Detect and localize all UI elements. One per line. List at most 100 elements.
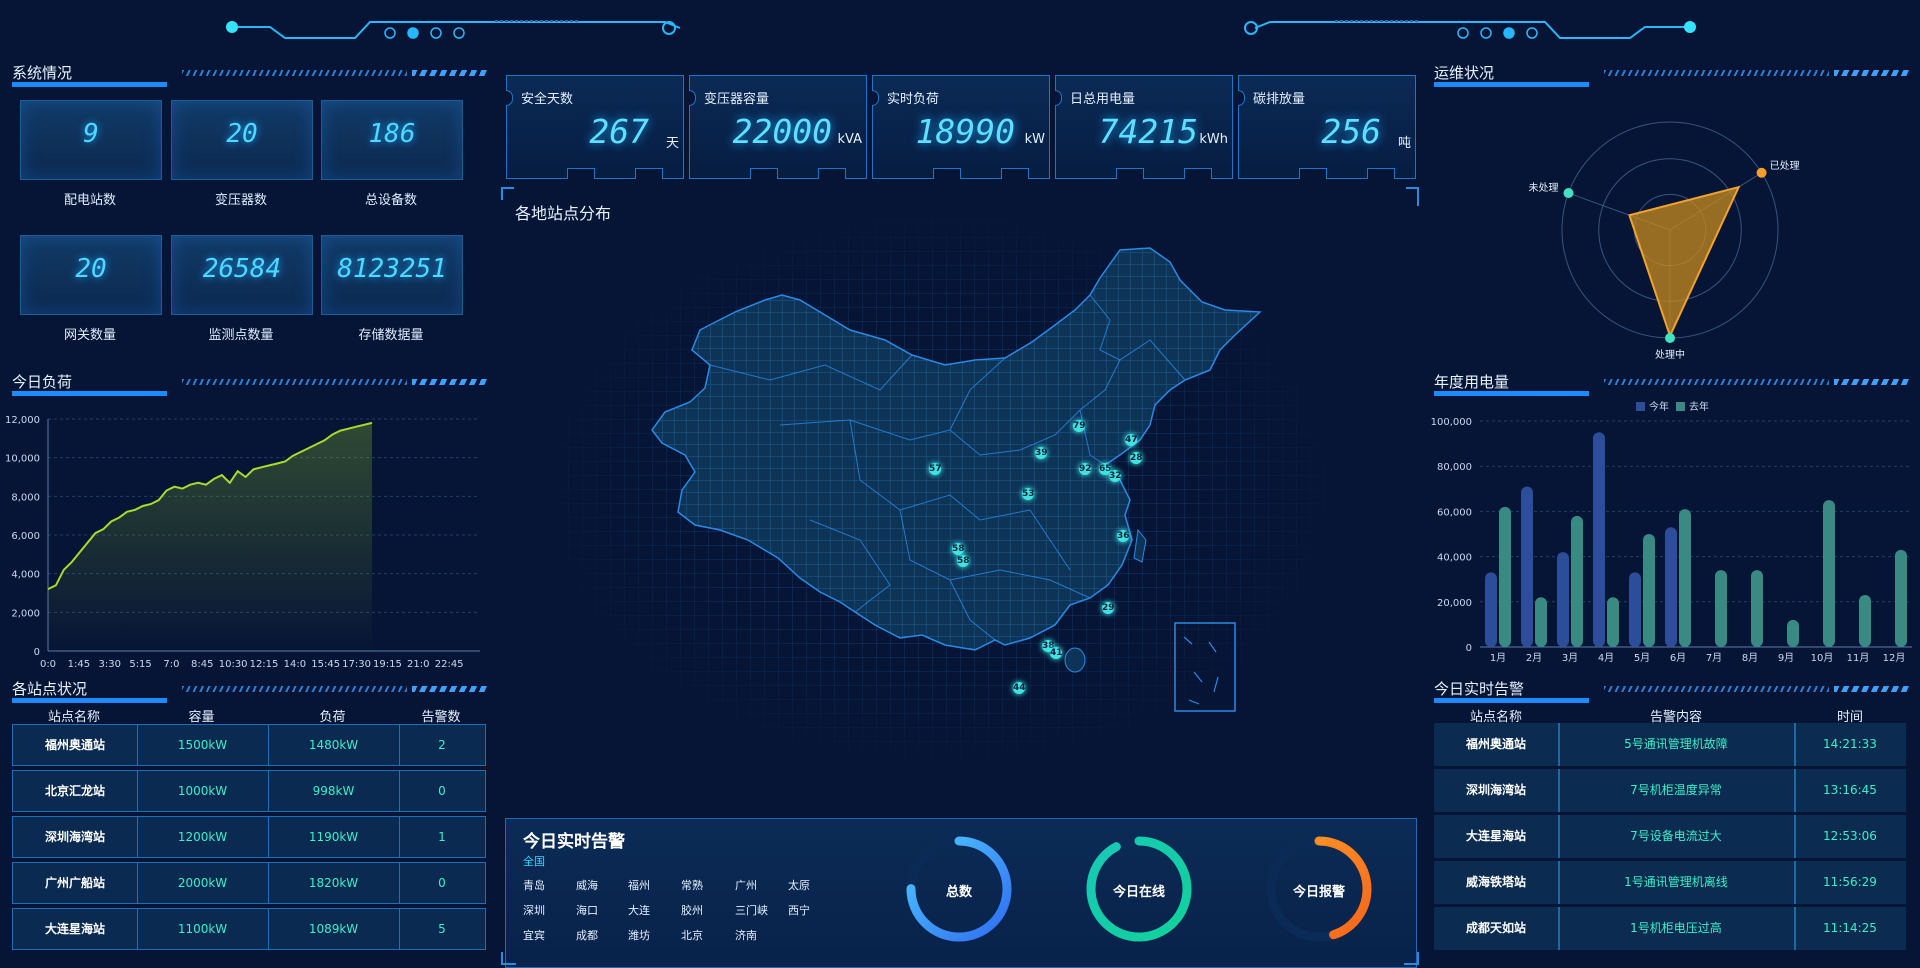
table-cell: 11:14:25 xyxy=(1823,921,1877,935)
x-tick: 11月 xyxy=(1847,652,1870,664)
map-pin[interactable]: 44 xyxy=(1013,682,1026,694)
kpi-card: 变压器容量 22000 kVA xyxy=(689,75,867,179)
table-cell: 1200kW xyxy=(137,817,269,857)
kpi-tab xyxy=(1184,168,1212,179)
radar-point[interactable] xyxy=(1756,167,1767,178)
map-pin[interactable]: 29 xyxy=(1102,602,1115,614)
city-item[interactable]: 济南 xyxy=(735,927,757,943)
kpi-card: 碳排放量 256 吨 xyxy=(1238,75,1416,179)
radar-point[interactable] xyxy=(1665,333,1675,343)
city-item[interactable]: 潍坊 xyxy=(628,927,650,943)
city-item[interactable]: 深圳 xyxy=(523,902,545,918)
table-row[interactable]: 福州奥通站 5号通讯管理机故障 14:21:33 xyxy=(1434,723,1906,766)
bar[interactable] xyxy=(1607,597,1619,647)
kpi-tab xyxy=(933,168,961,179)
x-tick: 19:15 xyxy=(373,659,402,670)
table-row[interactable]: 北京汇龙站 1000kW 998kW 0 xyxy=(12,770,486,812)
map-pin[interactable]: 47 xyxy=(1125,434,1138,446)
city-item[interactable]: 常熟 xyxy=(681,877,703,893)
table-cell: 7号机柜温度异常 xyxy=(1558,769,1796,812)
map-pin[interactable]: 39 xyxy=(1035,447,1048,459)
alarm-panel-corners xyxy=(501,952,1419,965)
map-pin[interactable]: 28 xyxy=(1130,452,1143,464)
bar[interactable] xyxy=(1823,500,1835,647)
bar[interactable] xyxy=(1715,570,1727,647)
kpi-label: 碳排放量 xyxy=(1253,92,1306,107)
bar[interactable] xyxy=(1521,486,1533,647)
map-pin[interactable]: 36 xyxy=(1117,530,1130,542)
city-item[interactable]: 广州 xyxy=(735,877,757,893)
city-item[interactable]: 胶州 xyxy=(681,902,703,918)
table-row[interactable]: 成都天如站 1号机柜电压过高 11:14:25 xyxy=(1434,907,1906,950)
x-tick: 0:0 xyxy=(40,659,56,670)
table-row[interactable]: 大连星海站 1100kW 1089kW 5 xyxy=(12,908,486,950)
y-tick: 0 xyxy=(1466,643,1472,654)
table-row[interactable]: 深圳海湾站 1200kW 1190kW 1 xyxy=(12,816,486,858)
stat-value: 186 xyxy=(368,119,416,149)
table-cell: 北京汇龙站 xyxy=(13,771,138,811)
bar[interactable] xyxy=(1593,432,1605,647)
annual-bar-chart: 今年 去年 0 20,000 40,000 60,000 80,000 100,000 1月 2月… xyxy=(1431,400,1912,664)
bar[interactable] xyxy=(1679,509,1691,647)
city-item[interactable]: 大连 xyxy=(628,902,650,918)
table-row[interactable]: 威海铁塔站 1号通讯管理机离线 11:56:29 xyxy=(1434,861,1906,904)
kpi-value: 18990 xyxy=(915,112,1015,151)
bar[interactable] xyxy=(1629,572,1641,647)
city-item[interactable]: 成都 xyxy=(576,927,598,943)
bar[interactable] xyxy=(1859,595,1871,647)
table-row[interactable]: 深圳海湾站 7号机柜温度异常 13:16:45 xyxy=(1434,769,1906,812)
x-tick: 7:0 xyxy=(163,659,179,670)
city-item[interactable]: 青岛 xyxy=(523,877,545,893)
kpi-tab xyxy=(750,168,778,179)
city-item[interactable]: 威海 xyxy=(576,877,598,893)
stat-value: 20 xyxy=(226,119,258,149)
bar[interactable] xyxy=(1895,549,1907,647)
bar[interactable] xyxy=(1535,597,1547,647)
table-cell: 13:16:45 xyxy=(1823,783,1877,797)
ring-label: 今日在线 xyxy=(1112,885,1165,900)
map-pin[interactable]: 57 xyxy=(929,463,942,475)
map-pin[interactable]: 41 xyxy=(1050,647,1063,659)
map-pin[interactable]: 58 xyxy=(957,555,970,567)
y-tick: 80,000 xyxy=(1437,462,1472,473)
city-item[interactable]: 太原 xyxy=(788,877,810,893)
city-item[interactable]: 宜宾 xyxy=(523,927,545,943)
map-pin[interactable]: 79 xyxy=(1073,420,1086,432)
y-tick: 100,000 xyxy=(1431,417,1472,428)
bar[interactable] xyxy=(1571,515,1583,647)
stat-label: 总设备数 xyxy=(364,193,417,208)
bar[interactable] xyxy=(1485,572,1497,647)
bar[interactable] xyxy=(1751,570,1763,647)
city-item[interactable]: 西宁 xyxy=(788,902,810,918)
stat-value: 8123251 xyxy=(337,254,447,284)
x-tick: 1月 xyxy=(1490,652,1506,664)
city-item[interactable]: 北京 xyxy=(681,927,703,943)
map-pin[interactable]: 58 xyxy=(952,543,965,555)
table-cell: 1480kW xyxy=(268,725,400,765)
bar[interactable] xyxy=(1787,619,1799,647)
table-row[interactable]: 福州奥通站 1500kW 1480kW 2 xyxy=(12,724,486,766)
system-panel-title: 系统情况 xyxy=(12,62,487,92)
city-item[interactable]: 福州 xyxy=(628,877,650,893)
bar[interactable] xyxy=(1557,552,1569,647)
scope-link[interactable]: 全国 xyxy=(523,853,545,869)
map-pin[interactable]: 53 xyxy=(1022,488,1035,500)
kpi-notch xyxy=(689,90,696,106)
map-pin[interactable]: 32 xyxy=(1109,470,1122,482)
bar[interactable] xyxy=(1499,506,1511,647)
table-row[interactable]: 广州广船站 2000kW 1820kW 0 xyxy=(12,862,486,904)
bar[interactable] xyxy=(1665,527,1677,647)
stat-label: 配电站数 xyxy=(63,193,116,208)
city-item[interactable]: 三门峡 xyxy=(735,902,768,918)
bar[interactable] xyxy=(1643,534,1655,647)
x-tick: 17:30 xyxy=(342,659,371,670)
kpi-value: 256 xyxy=(1321,112,1381,151)
system-title: 系统情况 xyxy=(12,64,73,82)
stat-label: 变压器数 xyxy=(214,193,267,208)
table-cell: 1100kW xyxy=(137,909,269,949)
table-row[interactable]: 大连星海站 7号设备电流过大 12:53:06 xyxy=(1434,815,1906,858)
city-item[interactable]: 海口 xyxy=(576,902,598,918)
kpi-unit: kVA xyxy=(837,132,862,147)
map-pin[interactable]: 92 xyxy=(1079,463,1092,475)
radar-point[interactable] xyxy=(1563,188,1574,199)
